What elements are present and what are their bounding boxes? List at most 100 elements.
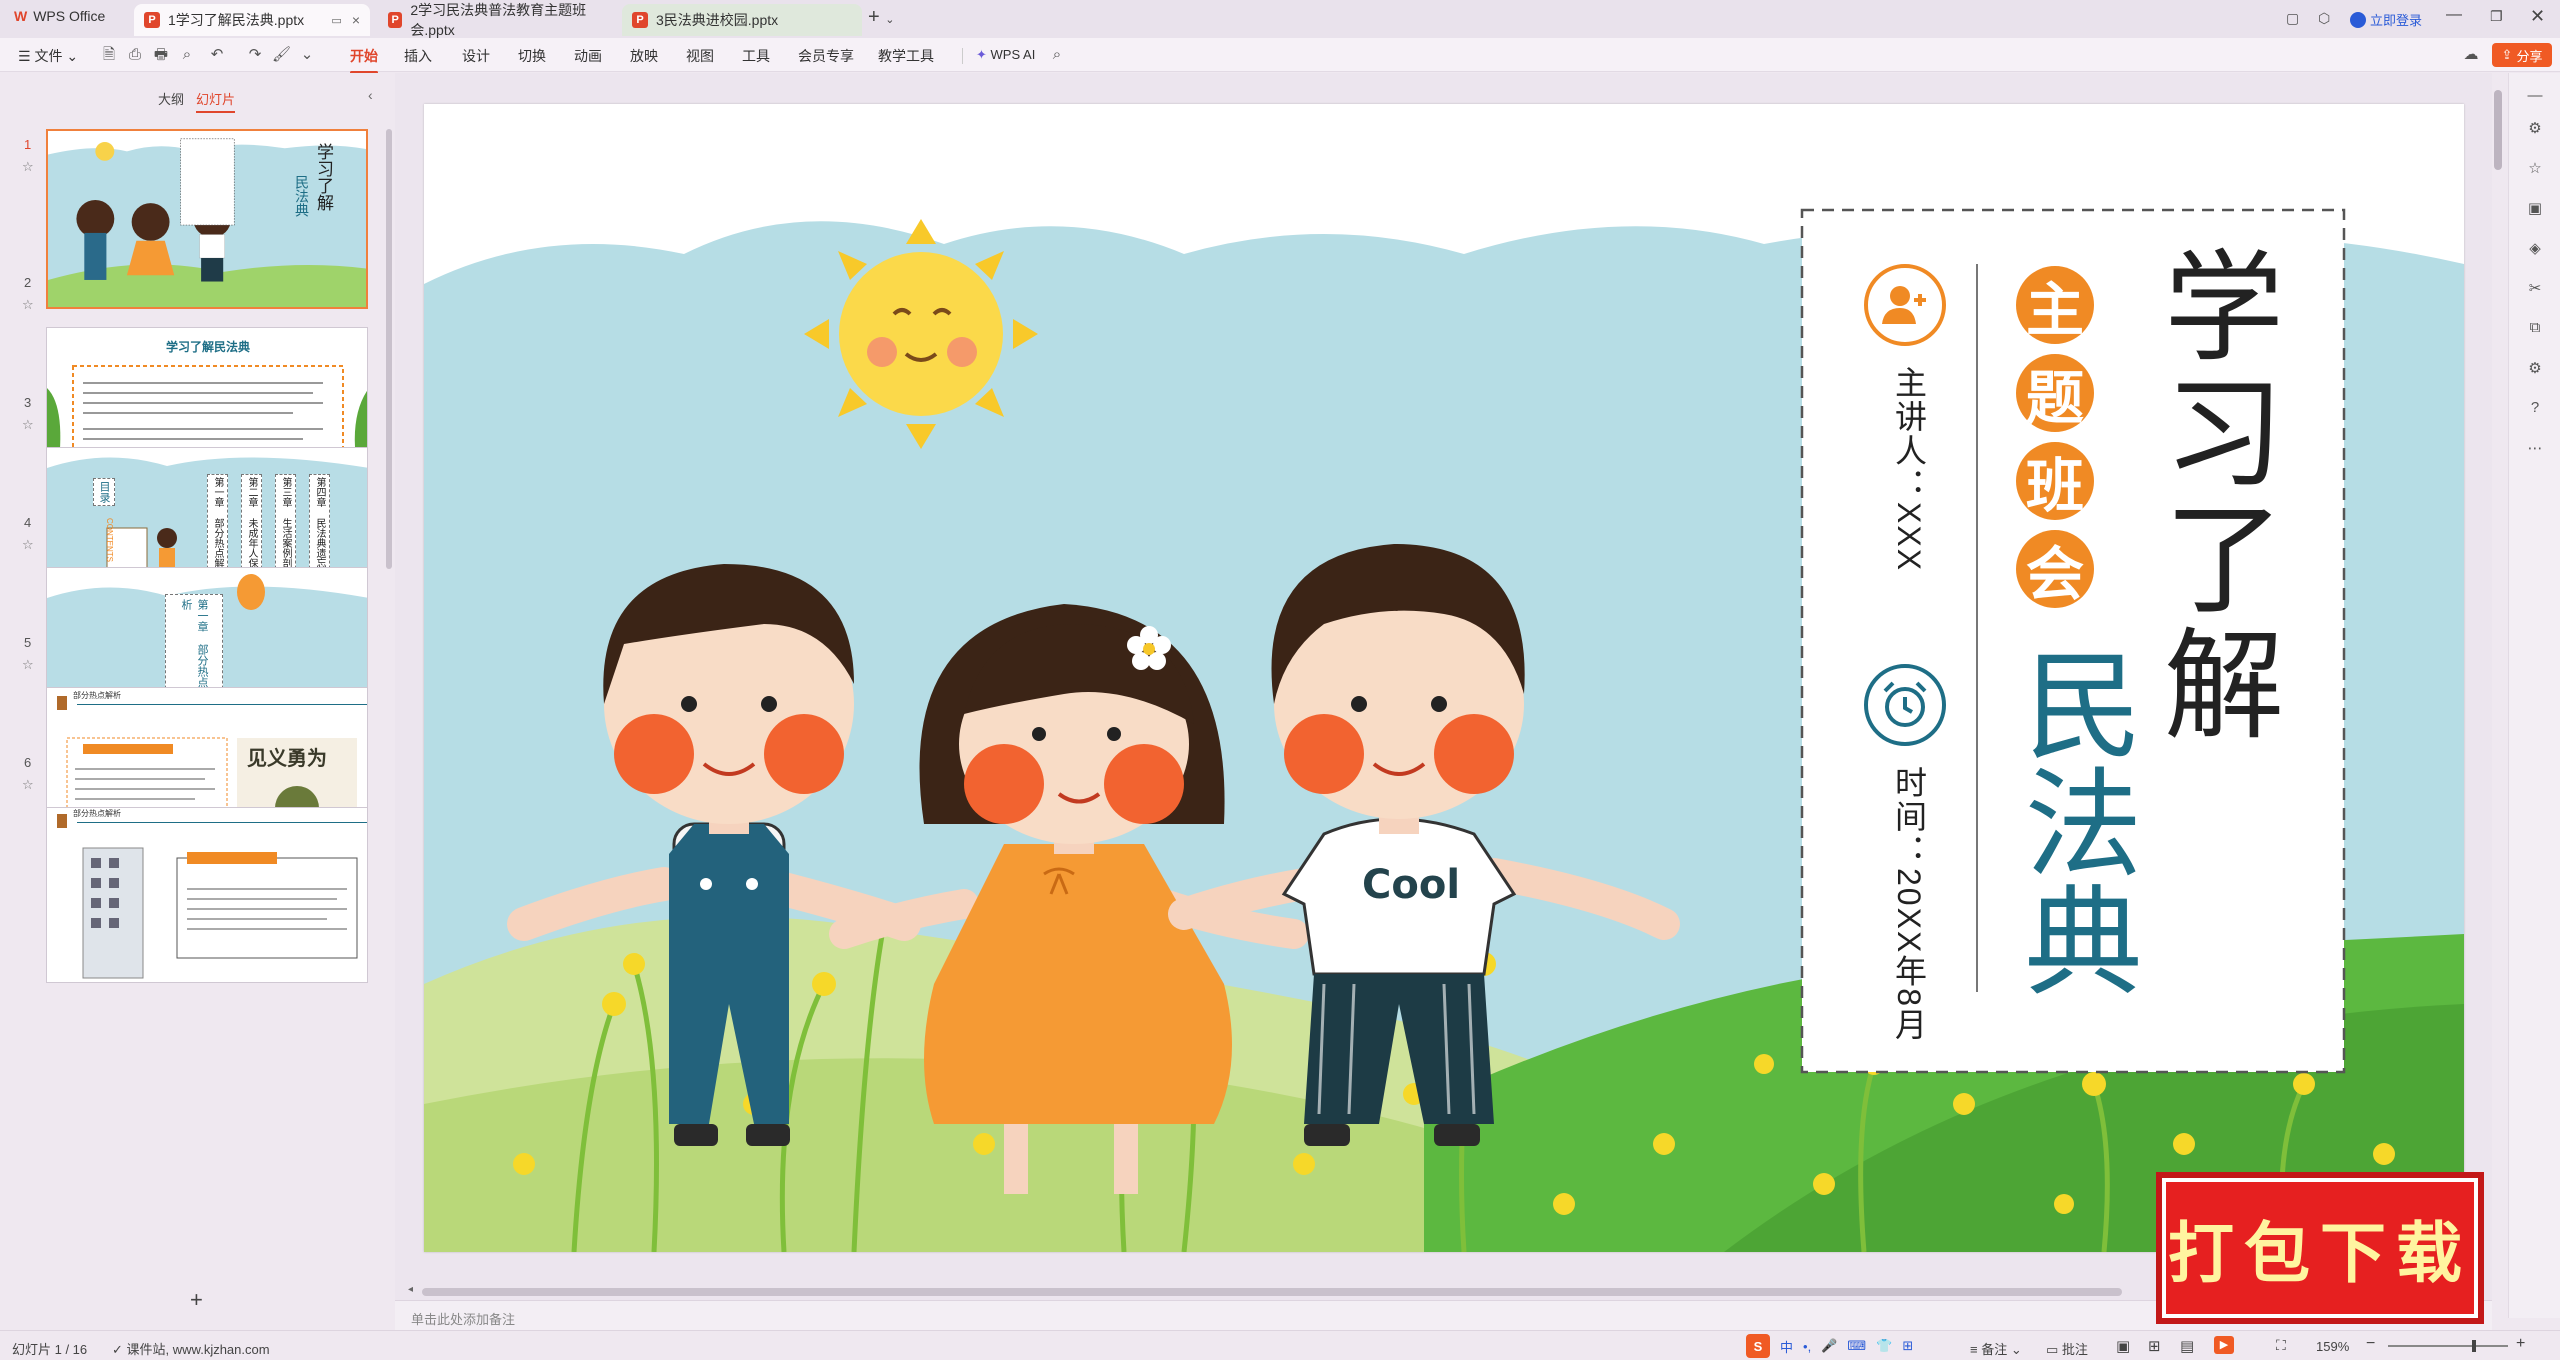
minimize-icon[interactable]: — — [2446, 6, 2462, 24]
menu-animation[interactable]: 动画 — [574, 46, 602, 66]
star-icon[interactable]: ☆ — [22, 537, 34, 553]
pptx-file-icon: P — [632, 12, 648, 28]
reading-view-icon[interactable]: ▤ — [2180, 1337, 2194, 1355]
share-button[interactable]: ⇪ 分享 — [2492, 43, 2552, 67]
current-slide[interactable]: Cool 学习了解 民法典 主 题 班 会 主讲人：XXX 时间：20XX年8月 — [424, 104, 2464, 1252]
zoom-slider[interactable] — [2388, 1340, 2508, 1352]
speaker-text: 主讲人：XXX — [1891, 366, 1927, 573]
tab-slides[interactable]: 幻灯片 — [196, 89, 236, 113]
notes-toggle[interactable]: ≡ 备注 ⌄ — [1970, 1339, 2022, 1358]
login-button[interactable]: 立即登录 — [2350, 10, 2422, 29]
thumb-number: 3 — [24, 395, 32, 410]
canvas-hscroll[interactable] — [422, 1288, 2122, 1296]
print-icon[interactable]: 🖶 — [152, 46, 170, 64]
more-icon[interactable]: ⋯ — [2525, 439, 2545, 459]
panel-scrollbar[interactable] — [386, 129, 392, 569]
wps-logo-icon: W — [14, 8, 28, 24]
menu-design[interactable]: 设计 — [462, 46, 490, 66]
zoom-in-icon[interactable]: + — [2516, 1335, 2525, 1353]
thumb1-subtitle: 民法典 — [294, 175, 310, 217]
save-icon[interactable]: 🗎 — [100, 46, 118, 64]
thumb2-title: 学习了解民法典 — [165, 340, 250, 354]
thumb-number: 6 — [24, 755, 32, 770]
star-icon[interactable]: ☆ — [22, 657, 34, 673]
canvas-vscroll[interactable] — [2494, 90, 2502, 170]
undo-icon[interactable]: ↶ — [208, 46, 226, 64]
menu-home[interactable]: 开始 — [350, 46, 378, 74]
help-icon[interactable]: ? — [2525, 399, 2545, 419]
zoom-out-icon[interactable]: − — [2366, 1335, 2375, 1353]
star-icon[interactable]: ☆ — [22, 297, 34, 313]
restore-icon[interactable]: ❐ — [2490, 8, 2503, 25]
zoom-level[interactable]: 159% — [2316, 1339, 2349, 1354]
wps-ai-button[interactable]: ✦ WPS AI — [976, 47, 1035, 63]
doc-tab-3[interactable]: P 3民法典进校园.pptx — [622, 4, 862, 36]
tab-window-icon[interactable]: ▭ — [331, 14, 341, 27]
canvas-hscroll-left-icon[interactable]: ◂ — [408, 1284, 413, 1295]
comment-toggle[interactable]: ▭ 批注 — [2046, 1339, 2088, 1358]
menu-tools[interactable]: 工具 — [742, 46, 770, 66]
star-icon[interactable]: ☆ — [22, 417, 34, 433]
properties-icon[interactable]: ⚙ — [2525, 119, 2545, 139]
slide-thumbnail-1[interactable]: 学习了解 民法典 — [46, 129, 368, 309]
format-painter-icon[interactable]: 🖌 — [272, 46, 291, 64]
collapse-panel-icon[interactable]: ‹ — [368, 87, 373, 103]
redo-icon[interactable]: ↷ — [246, 46, 264, 64]
add-slide-button[interactable]: + — [190, 1287, 203, 1313]
design-icon[interactable]: ◈ — [2525, 239, 2545, 259]
menu-slideshow[interactable]: 放映 — [630, 46, 658, 66]
doc-tab-1[interactable]: P 1学习了解民法典.pptx ▭ × — [134, 4, 370, 36]
collapse-icon[interactable]: — — [2525, 87, 2545, 107]
tab-close-icon[interactable]: × — [352, 12, 360, 28]
tab-outline[interactable]: 大纲 — [158, 89, 184, 108]
menu-bar: ☰ 文件 ⌄ 🗎 ⎙ 🖶 ⌕ ↶ ↷ 🖌 ⌄ 开始 插入 设计 切换 动画 放映… — [0, 38, 2560, 74]
slide-counter: 幻灯片 1 / 16 — [12, 1342, 88, 1357]
theme-char: 题 — [2016, 354, 2094, 432]
wps-ai-icon: ✦ — [976, 47, 987, 62]
new-tab-button[interactable]: + ⌄ — [868, 6, 894, 29]
pptx-file-icon: P — [144, 12, 160, 28]
star-icon[interactable]: ☆ — [22, 159, 34, 175]
title-bar: W WPS Office P 1学习了解民法典.pptx ▭ × P 2学习民法… — [0, 0, 2560, 38]
pptx-file-icon: P — [388, 12, 403, 28]
clock-icon — [1864, 664, 1946, 746]
download-badge[interactable]: 打包下载 — [2156, 1172, 2484, 1324]
share-icon: ⇪ — [2501, 47, 2513, 62]
menu-insert[interactable]: 插入 — [404, 46, 432, 66]
notes-placeholder: 单击此处添加备注 — [411, 1312, 516, 1327]
zoom-slider-handle[interactable] — [2472, 1340, 2476, 1352]
thumb3-contents-en: CONTENTS — [105, 518, 114, 562]
layers-icon[interactable]: ⧉ — [2525, 319, 2545, 339]
fit-icon[interactable]: ⛶ — [2276, 1337, 2286, 1354]
settings-icon[interactable]: ⚙ — [2525, 359, 2545, 379]
play-button[interactable]: ▶ — [2214, 1336, 2234, 1354]
ime-toolbar[interactable]: S 中 •, 🎤 ⌨ 👕 ⊞ — [1746, 1333, 1913, 1359]
preview-icon[interactable]: ⌕ — [178, 46, 196, 64]
cloud-sync-icon[interactable]: ☁ — [2462, 46, 2480, 64]
close-window-icon[interactable]: ✕ — [2530, 6, 2545, 27]
search-icon[interactable]: ⌕ — [1048, 46, 1066, 64]
format-icon[interactable]: ▣ — [2525, 199, 2545, 219]
sorter-view-icon[interactable]: ⊞ — [2148, 1337, 2161, 1355]
theme-char: 主 — [2016, 266, 2094, 344]
slide-thumbnail-6[interactable]: 部分热点解析 — [46, 807, 368, 983]
star-icon[interactable]: ☆ — [22, 777, 34, 793]
animation-icon[interactable]: ☆ — [2525, 159, 2545, 179]
normal-view-icon[interactable]: ▣ — [2116, 1337, 2130, 1355]
file-menu[interactable]: ☰ 文件 ⌄ — [18, 46, 78, 66]
thumb-number: 2 — [24, 275, 32, 290]
window-tile-icon[interactable]: ▢ — [2286, 10, 2299, 27]
doc-tab-2[interactable]: P 2学习民法典普法教育主题班会.pptx — [378, 2, 618, 38]
sogou-icon: S — [1746, 1334, 1770, 1358]
menu-teaching-tools[interactable]: 教学工具 — [878, 46, 934, 66]
cube-icon[interactable]: ⬡ — [2318, 10, 2330, 27]
export-icon[interactable]: ⎙ — [126, 46, 144, 64]
wps-home-tab[interactable]: W WPS Office — [14, 8, 105, 24]
more-quick-icon[interactable]: ⌄ — [298, 46, 316, 64]
tools-icon[interactable]: ✂ — [2525, 279, 2545, 299]
menu-member[interactable]: 会员专享 — [798, 46, 854, 66]
menu-transition[interactable]: 切换 — [518, 46, 546, 66]
ime-grid-icon: ⊞ — [1902, 1338, 1914, 1353]
menu-view[interactable]: 视图 — [686, 46, 714, 66]
site-label: ✓ 课件站, www.kjzhan.com — [112, 1342, 270, 1357]
